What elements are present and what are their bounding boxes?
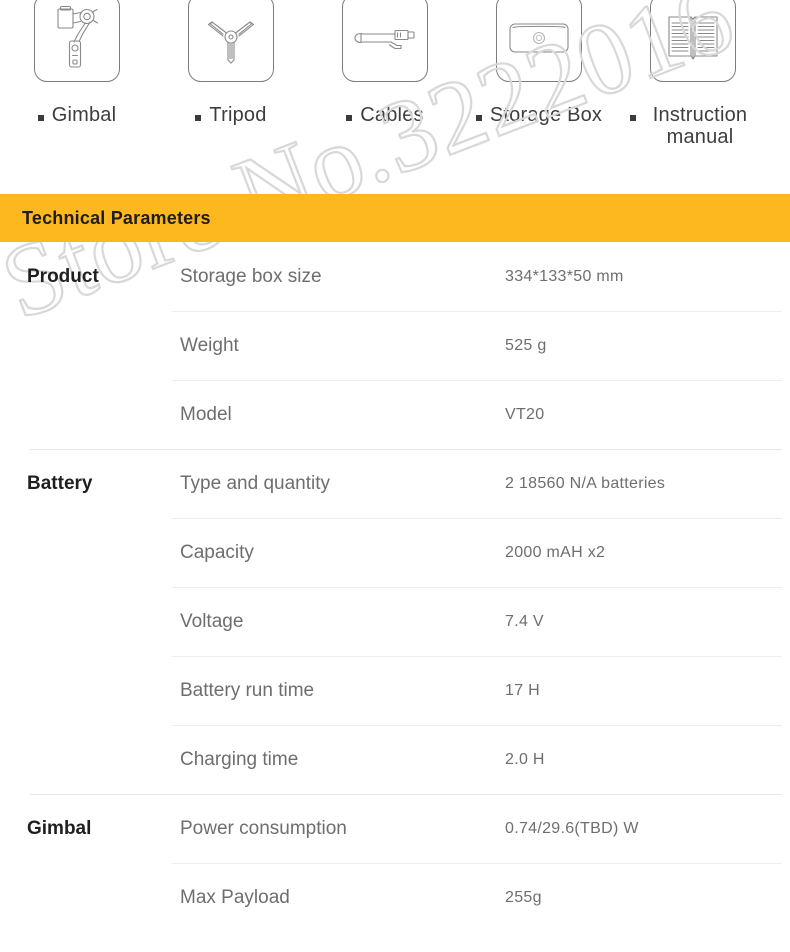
spec-name: Max Payload (180, 886, 290, 908)
spec-value: VT20 (505, 405, 545, 423)
accessory-label: Tripod (209, 104, 267, 126)
table-row: Battery Type and quantity 2 18560 N/A ba… (0, 449, 790, 518)
spec-name: Power consumption (180, 817, 347, 839)
spec-section-product: Product Storage box size 334*133*50 mm W… (0, 242, 790, 449)
spec-name: Model (180, 403, 232, 425)
accessory-item-cables: Cables (308, 0, 462, 126)
accessory-icon-frame (342, 0, 428, 82)
spec-section-battery: Battery Type and quantity 2 18560 N/A ba… (0, 449, 790, 794)
table-row: Model VT20 (0, 380, 790, 449)
accessories-strip: Gimbal Tripod Cables Storage Box Instruc… (0, 0, 790, 194)
accessory-icon-frame (34, 0, 120, 82)
accessory-label-row: Instruction manual (616, 104, 770, 149)
spec-name: Charging time (180, 748, 299, 770)
manual-book-icon (665, 12, 721, 64)
table-row: Voltage 7.4 V (0, 587, 790, 656)
spec-name: Battery run time (180, 679, 315, 701)
accessory-item-instruction-manual: Instruction manual (616, 0, 770, 149)
table-row: Product Storage box size 334*133*50 mm (0, 242, 790, 311)
cable-icon (351, 18, 419, 58)
technical-parameters-banner: Technical Parameters (0, 194, 790, 242)
spec-name: Capacity (180, 541, 254, 563)
accessory-label-row: Cables (308, 104, 462, 126)
spec-value: 0.74/29.6(TBD) W (505, 819, 639, 837)
spec-value: 2 18560 N/A batteries (505, 474, 666, 492)
bullet-icon (630, 115, 636, 121)
accessory-label-row: Storage Box (462, 104, 616, 126)
tripod-icon (199, 6, 263, 70)
spec-value: 17 H (505, 681, 540, 699)
accessory-item-gimbal: Gimbal (0, 0, 154, 126)
spec-value: 525 g (505, 336, 547, 354)
spec-section-gimbal: Gimbal Power consumption 0.74/29.6(TBD) … (0, 794, 790, 932)
accessory-icon-frame (650, 0, 736, 82)
storage-box-icon (506, 18, 572, 58)
gimbal-icon (45, 3, 109, 73)
accessory-label: Storage Box (489, 104, 603, 126)
accessory-label-row: Gimbal (0, 104, 154, 126)
accessory-label: Instruction manual (652, 104, 748, 149)
accessory-label-row: Tripod (154, 104, 308, 126)
table-row: Max Payload 255g (0, 863, 790, 932)
bullet-icon (346, 115, 353, 121)
technical-parameters-table: Product Storage box size 334*133*50 mm W… (0, 242, 790, 932)
spec-value: 7.4 V (505, 612, 544, 630)
accessory-icon-frame (188, 0, 274, 82)
table-row: Charging time 2.0 H (0, 725, 790, 794)
table-row: Weight 525 g (0, 311, 790, 380)
spec-value: 255g (505, 888, 542, 906)
accessory-label: Cables (360, 104, 424, 126)
bullet-icon (195, 115, 202, 121)
banner-title: Technical Parameters (22, 207, 211, 228)
bullet-icon (37, 115, 44, 121)
spec-group-label: Battery (27, 472, 93, 494)
spec-value: 2000 mAH x2 (505, 543, 606, 561)
spec-name: Type and quantity (180, 472, 330, 494)
spec-value: 334*133*50 mm (505, 267, 624, 285)
spec-group-label: Product (27, 265, 99, 287)
accessory-item-tripod: Tripod (154, 0, 308, 126)
table-row: Capacity 2000 mAH x2 (0, 518, 790, 587)
spec-name: Weight (180, 334, 239, 356)
table-row: Gimbal Power consumption 0.74/29.6(TBD) … (0, 794, 790, 863)
table-row: Battery run time 17 H (0, 656, 790, 725)
bullet-icon (475, 115, 482, 121)
spec-value: 2.0 H (505, 750, 545, 768)
spec-name: Storage box size (180, 265, 322, 287)
spec-name: Voltage (180, 610, 244, 632)
accessory-label: Gimbal (51, 104, 117, 126)
accessory-item-storage-box: Storage Box (462, 0, 616, 126)
accessory-icon-frame (496, 0, 582, 82)
spec-group-label: Gimbal (27, 817, 92, 839)
